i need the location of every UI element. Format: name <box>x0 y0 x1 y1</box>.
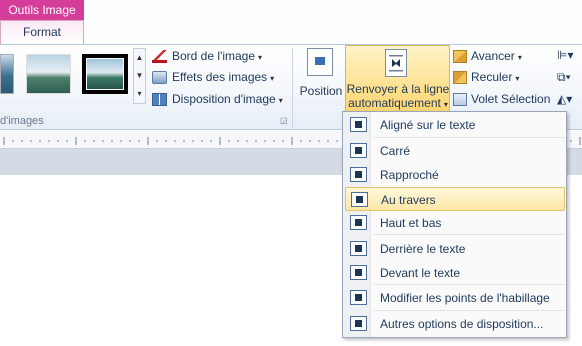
menu-item-label: Carré <box>380 144 411 158</box>
menu-item-label: Derrière le texte <box>380 242 466 256</box>
menu-item-label: Au travers <box>381 193 436 207</box>
menu-item-label: Devant le texte <box>380 266 461 280</box>
pencil-border-icon <box>152 50 167 64</box>
menu-separator <box>374 137 564 138</box>
picture-border-label: Bord de l'image <box>172 49 256 63</box>
menu-item-label: Aligné sur le texte <box>380 118 476 132</box>
picture-style-thumb[interactable] <box>0 54 14 94</box>
menu-item[interactable]: Au travers <box>345 187 565 211</box>
picture-effects-button[interactable]: Effets des images ▾ <box>152 67 274 87</box>
selection-pane-label: Volet Sélection <box>471 92 551 106</box>
picture-border-button[interactable]: Bord de l'image ▾ <box>152 46 262 66</box>
edit-wrap-points-icon <box>350 290 367 305</box>
picture-effects-label: Effets des images <box>172 70 268 84</box>
group-label-picture-styles: d'images <box>0 115 44 127</box>
menu-item-label: Autres options de disposition... <box>380 317 544 331</box>
inline-text-icon <box>350 117 367 132</box>
group-separator <box>292 48 293 128</box>
tight-wrap-icon <box>350 167 367 182</box>
send-backward-label: Reculer <box>471 70 513 84</box>
picture-layout-button[interactable]: Disposition d'image ▾ <box>152 89 283 109</box>
picture-style-thumb[interactable] <box>26 54 71 94</box>
through-wrap-icon <box>351 192 368 207</box>
position-icon <box>307 48 333 76</box>
wrap-text-label-line1: Renvoyer à la ligne <box>346 82 450 96</box>
contextual-tab-label: Outils Image <box>0 0 84 20</box>
picture-layout-icon <box>152 93 167 107</box>
send-backward-button[interactable]: Reculer ▾ <box>453 67 519 87</box>
menu-item[interactable]: Derrière le texte <box>345 237 565 261</box>
title-strip <box>0 0 582 44</box>
send-backward-icon <box>453 71 467 85</box>
gallery-scroll[interactable]: ▲ ▼ ▾ <box>133 48 146 104</box>
picture-style-thumb-selected[interactable] <box>82 54 128 94</box>
menu-separator <box>374 310 564 311</box>
menu-item[interactable]: Modifier les points de l'habillage <box>345 286 565 310</box>
in-front-text-icon <box>350 265 367 280</box>
wrap-text-label: Renvoyer à la ligne automatiquement ▾ <box>346 82 450 112</box>
position-button[interactable]: Position <box>298 84 344 98</box>
menu-item-label: Rapproché <box>380 168 439 182</box>
wrap-text-label-line2: automatiquement ▾ <box>348 96 448 110</box>
picture-layout-label: Disposition d'image <box>172 92 276 106</box>
top-bottom-wrap-icon <box>350 215 367 230</box>
bring-forward-button[interactable]: Avancer ▾ <box>453 46 522 66</box>
bring-forward-label: Avancer <box>471 49 515 63</box>
menu-item[interactable]: Devant le texte <box>345 261 565 285</box>
behind-text-icon <box>350 241 367 256</box>
rotate-icon[interactable]: ◭▾ <box>557 92 575 106</box>
menu-item[interactable]: Carré <box>345 139 565 163</box>
group-objects-icon[interactable]: ⧉▾ <box>557 70 575 84</box>
bring-forward-icon <box>453 50 467 64</box>
menu-item[interactable]: Rapproché <box>345 163 565 187</box>
dialog-launcher-icon[interactable]: ◲ <box>280 116 290 126</box>
menu-item[interactable]: Autres options de disposition... <box>345 312 565 336</box>
square-wrap-icon <box>350 143 367 158</box>
more-layout-options-icon <box>350 316 367 331</box>
effects-icon <box>152 71 167 85</box>
menu-item-label: Modifier les points de l'habillage <box>380 291 550 305</box>
menu-item[interactable]: Haut et bas <box>345 211 565 235</box>
menu-item[interactable]: Aligné sur le texte <box>345 113 565 137</box>
menu-item-label: Haut et bas <box>380 216 442 230</box>
selection-pane-button[interactable]: Volet Sélection <box>453 89 550 109</box>
selection-pane-icon <box>453 93 467 107</box>
tab-format[interactable]: Format <box>0 20 84 45</box>
wrap-text-icon <box>385 49 407 77</box>
align-icon[interactable]: ⊫▾ <box>557 48 575 62</box>
